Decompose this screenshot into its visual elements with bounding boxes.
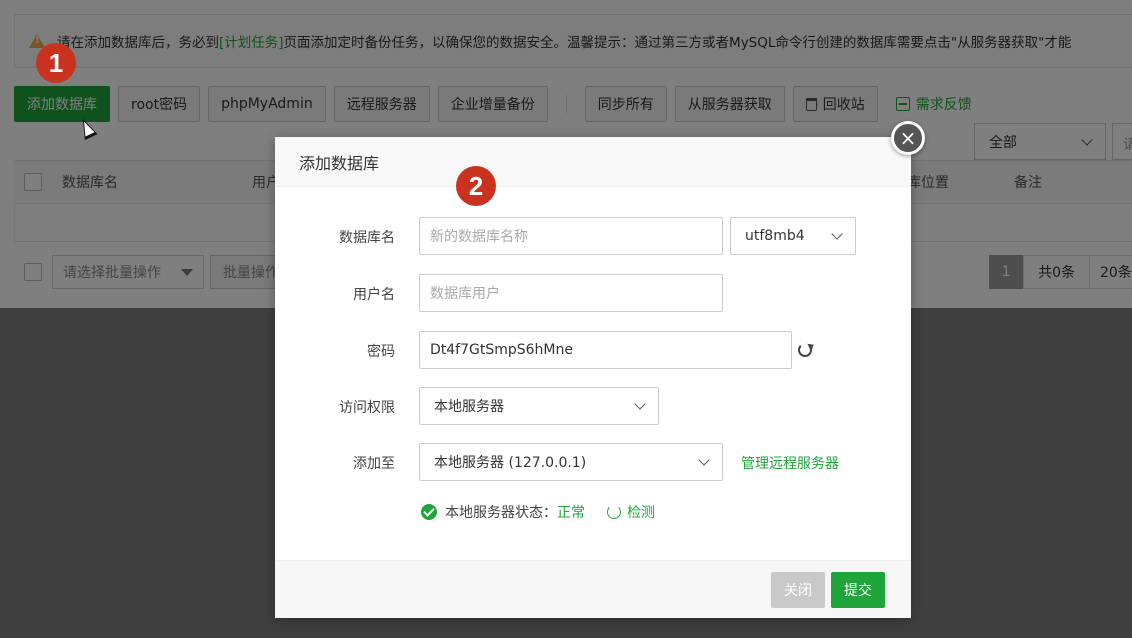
server-status-label: 本地服务器状态： bbox=[445, 505, 557, 521]
charset-value: utf8mb4 bbox=[745, 228, 805, 244]
database-name-input[interactable]: 新的数据库名称 bbox=[419, 217, 723, 255]
refresh-icon bbox=[607, 505, 621, 519]
add-to-select[interactable]: 本地服务器 (127.0.0.1) bbox=[419, 443, 723, 481]
username-label: 用户名 bbox=[353, 287, 395, 303]
close-icon[interactable]: × bbox=[891, 121, 925, 155]
dialog-title: 添加数据库 bbox=[275, 137, 911, 187]
server-status: 本地服务器状态： 正常 检测 bbox=[421, 502, 655, 522]
add-to-label: 添加至 bbox=[353, 456, 395, 472]
close-button[interactable]: 关闭 bbox=[771, 572, 825, 608]
chevron-down-icon bbox=[634, 398, 646, 410]
chevron-down-icon bbox=[698, 454, 710, 466]
dialog-footer: 关闭 提交 bbox=[275, 560, 911, 618]
access-value: 本地服务器 bbox=[434, 399, 504, 415]
submit-button[interactable]: 提交 bbox=[831, 572, 885, 608]
add-database-dialog: 添加数据库 2 数据库名 新的数据库名称 utf8mb4 用户名 数据库用户 密… bbox=[275, 137, 911, 618]
detect-link[interactable]: 检测 bbox=[627, 502, 655, 522]
password-label: 密码 bbox=[367, 344, 395, 360]
access-label: 访问权限 bbox=[339, 400, 395, 416]
add-to-value: 本地服务器 (127.0.0.1) bbox=[434, 455, 587, 471]
password-input[interactable]: Dt4f7GtSmpS6hMne bbox=[419, 331, 792, 369]
step-marker-1: 1 bbox=[36, 43, 76, 83]
step-marker-2: 2 bbox=[456, 166, 496, 206]
manage-remote-server-link[interactable]: 管理远程服务器 bbox=[741, 453, 839, 473]
refresh-icon[interactable] bbox=[798, 343, 812, 357]
database-name-label: 数据库名 bbox=[339, 230, 395, 246]
server-status-value: 正常 bbox=[557, 505, 585, 521]
username-input[interactable]: 数据库用户 bbox=[419, 274, 723, 312]
access-select[interactable]: 本地服务器 bbox=[419, 387, 659, 425]
chevron-down-icon bbox=[831, 228, 843, 240]
check-circle-icon bbox=[421, 504, 437, 520]
charset-select[interactable]: utf8mb4 bbox=[730, 217, 856, 255]
